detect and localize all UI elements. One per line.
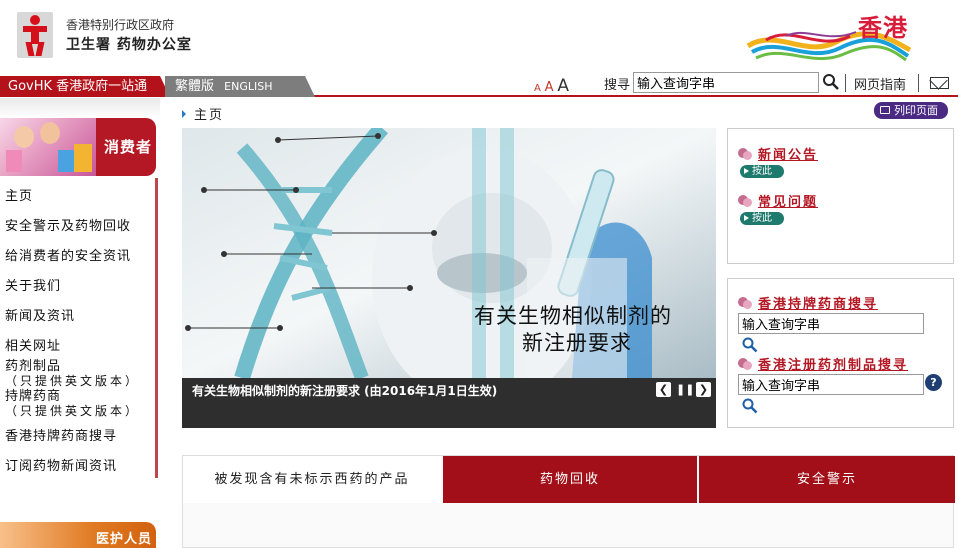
sidebar-menu: 主页 安全警示及药物回收 给消费者的安全资讯 关于我们 新闻及资讯 相关网址 药… <box>0 178 158 478</box>
nav-divider <box>845 74 846 92</box>
sidebar-item-news[interactable]: 新闻及资讯 <box>0 298 158 328</box>
breadcrumb-arrow-icon <box>182 110 186 118</box>
font-size-large-button[interactable]: A <box>557 76 569 96</box>
faq-link[interactable]: 常见问题 <box>738 191 818 210</box>
site-search-input[interactable] <box>633 72 819 93</box>
breadcrumb: 主页 <box>182 104 224 123</box>
printer-icon <box>880 106 890 114</box>
govhk-link[interactable]: GovHK 香港政府一站通 <box>0 76 170 97</box>
news-faq-panel: 新闻公告 按此 常见问题 按此 <box>727 128 954 264</box>
carousel-next-button[interactable]: ❯ <box>696 382 711 397</box>
sidebar-item-trader-search[interactable]: 香港持牌药商搜寻 <box>0 418 158 448</box>
font-size-small-button[interactable]: A <box>534 83 541 94</box>
font-size-controls: A A A <box>534 76 569 96</box>
org-name-line1: 香港特别行政区政府 <box>66 18 175 32</box>
hero-image-dna-lab <box>182 128 716 378</box>
press-release-click-button[interactable]: 按此 <box>740 165 784 178</box>
top-nav-bar: GovHK 香港政府一站通 繁體版 ENGLISH A A A 搜寻 网页指南 <box>0 72 958 97</box>
sidebar-item-pharmaceutical-products[interactable]: 药剂制品 （只提供英文版本） <box>0 358 158 388</box>
language-switcher: 繁體版 ENGLISH <box>165 76 315 97</box>
sidebar-item-related-links[interactable]: 相关网址 <box>0 328 158 358</box>
sidebar-item-home[interactable]: 主页 <box>0 178 158 208</box>
registered-product-search-input[interactable] <box>738 374 924 395</box>
sitemap-link[interactable]: 网页指南 <box>854 74 906 93</box>
hero-overlay-title-line1: 有关生物相似制剂的 <box>474 304 672 328</box>
hero-carousel[interactable]: 有关生物相似制剂的 新注册要求 有关生物相似制剂的新注册要求 (由2016年1月… <box>182 128 716 428</box>
tab-drug-recall[interactable]: 药物回收 <box>443 456 697 503</box>
search-icon[interactable] <box>742 337 758 353</box>
healthcare-professionals-banner[interactable]: 医护人员 <box>0 522 156 548</box>
tab-undeclared-western-drugs[interactable]: 被发现含有未标示西药的产品 <box>183 456 441 503</box>
nav-divider <box>918 74 919 92</box>
consumer-banner[interactable]: 消费者 <box>0 118 156 176</box>
left-sidebar: 消费者 主页 安全警示及药物回收 给消费者的安全资讯 关于我们 新闻及资讯 相关… <box>0 98 160 548</box>
registered-product-search-title[interactable]: 香港注册药剂制品搜寻 <box>738 354 908 373</box>
search-icon[interactable] <box>742 398 758 414</box>
font-size-medium-button[interactable]: A <box>545 80 554 95</box>
bubble-icon <box>738 148 752 160</box>
hero-caption-link[interactable]: 有关生物相似制剂的新注册要求 (由2016年1月1日生效) <box>192 382 497 399</box>
breadcrumb-home: 主页 <box>194 108 225 123</box>
licensed-trader-search-input[interactable] <box>738 313 924 334</box>
help-icon[interactable]: ? <box>925 374 942 391</box>
carousel-prev-button[interactable]: ❮ <box>656 382 671 397</box>
carousel-pause-button[interactable]: ❚❚ <box>676 382 694 397</box>
consumer-title: 消费者 <box>104 138 153 156</box>
content-tabs: 被发现含有未标示西药的产品 药物回收 安全警示 <box>182 455 955 548</box>
search-label: 搜寻 <box>604 78 631 93</box>
bubble-icon <box>738 195 752 207</box>
faq-click-button[interactable]: 按此 <box>740 212 784 225</box>
bubble-icon <box>738 297 752 309</box>
bubble-icon <box>738 358 752 370</box>
sidebar-item-subscribe[interactable]: 订阅药物新闻资讯 <box>0 448 158 478</box>
brand-hongkong-text: 香港 <box>858 13 908 42</box>
sidebar-item-licensed-traders[interactable]: 持牌药商 （只提供英文版本） <box>0 388 158 418</box>
sidebar-item-consumer-info[interactable]: 给消费者的安全资讯 <box>0 238 158 268</box>
press-release-link[interactable]: 新闻公告 <box>738 144 818 163</box>
hero-overlay-title-line2: 新注册要求 <box>522 331 632 355</box>
consumer-photo <box>0 118 96 176</box>
healthcare-professionals-title: 医护人员 <box>96 532 153 547</box>
tab-safety-alerts[interactable]: 安全警示 <box>699 456 955 503</box>
sidebar-item-safety-alerts[interactable]: 安全警示及药物回收 <box>0 208 158 238</box>
sidebar-top-strip <box>0 98 160 118</box>
lang-traditional-link[interactable]: 繁體版 <box>175 79 214 94</box>
sidebar-item-about-us[interactable]: 关于我们 <box>0 268 158 298</box>
search-panel: 香港持牌药商搜寻 香港注册药剂制品搜寻 ? <box>727 278 954 428</box>
licensed-trader-search-title[interactable]: 香港持牌药商搜寻 <box>738 293 878 312</box>
org-name-line2: 卫生署 药物办公室 <box>66 37 192 53</box>
department-of-health-logo[interactable] <box>17 12 53 58</box>
print-page-button[interactable]: 列印页面 <box>874 102 948 119</box>
lang-english-link[interactable]: ENGLISH <box>224 80 272 93</box>
site-header: 香港特别行政区政府 卫生署 药物办公室 香港 <box>0 0 958 72</box>
search-icon[interactable] <box>822 73 840 91</box>
hero-caption-bar: 有关生物相似制剂的新注册要求 (由2016年1月1日生效) <box>182 378 716 428</box>
mail-icon[interactable] <box>930 77 949 89</box>
